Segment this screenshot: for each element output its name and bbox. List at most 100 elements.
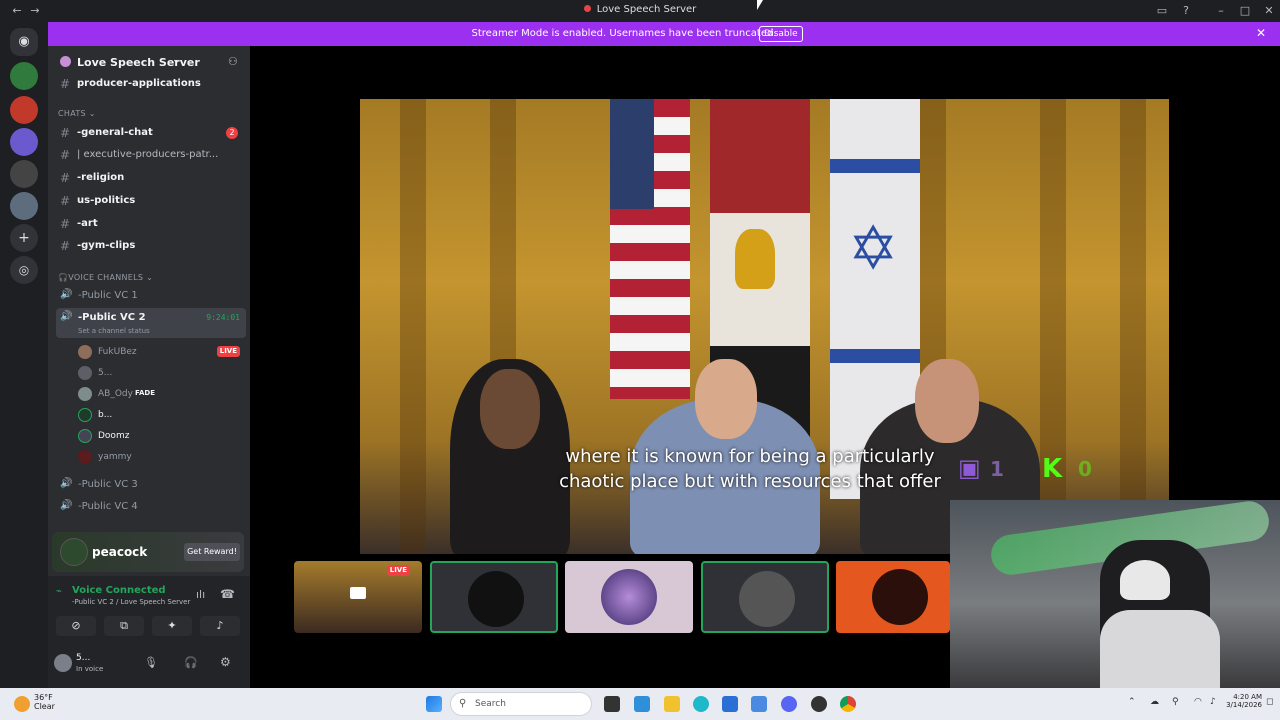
tray-chevron-icon[interactable]: ⌃ bbox=[1128, 697, 1136, 707]
tray-icon[interactable]: ⚲ bbox=[1172, 697, 1179, 707]
add-member-icon[interactable]: ⚇ bbox=[228, 55, 238, 68]
discord-home-icon[interactable]: ◉ bbox=[10, 28, 38, 56]
avatar bbox=[601, 569, 657, 625]
voice-user[interactable]: Doomz bbox=[78, 426, 246, 446]
tray-icon[interactable]: ☁ bbox=[1150, 697, 1159, 707]
add-server-icon[interactable]: + bbox=[10, 224, 38, 252]
voice-user[interactable]: FukUBez LIVE bbox=[78, 342, 246, 362]
avatar bbox=[78, 429, 92, 443]
window-title: Love Speech Server bbox=[540, 4, 740, 15]
participant-tile[interactable] bbox=[565, 561, 693, 633]
channel-sidebar: Love Speech Server ⌄ ⚇ # producer-applica… bbox=[48, 46, 250, 688]
person-body bbox=[1100, 610, 1220, 688]
participant-tile[interactable] bbox=[836, 561, 950, 633]
server-icon-4[interactable] bbox=[10, 160, 38, 188]
close-banner-icon[interactable]: ✕ bbox=[1256, 26, 1266, 40]
discord-taskbar-icon[interactable] bbox=[781, 696, 797, 712]
disconnect-icon[interactable]: ☎ bbox=[220, 587, 235, 601]
server-icon-5[interactable] bbox=[10, 192, 38, 220]
chevron-down-icon: ⌄ bbox=[172, 55, 180, 65]
outlook-icon[interactable] bbox=[751, 696, 767, 712]
voice-user[interactable]: yammy bbox=[78, 447, 246, 467]
file-explorer-icon[interactable] bbox=[664, 696, 680, 712]
avatar bbox=[468, 571, 524, 627]
channel-status[interactable]: Set a channel status bbox=[78, 327, 150, 335]
promo-brand: peacock bbox=[92, 545, 148, 559]
voice-channel-1[interactable]: 🔊 -Public VC 1 bbox=[56, 286, 246, 306]
server-icon-1[interactable] bbox=[10, 62, 38, 90]
speaker-icon: 🔊 bbox=[60, 500, 73, 511]
voice-location[interactable]: -Public VC 2 / Love Speech Server bbox=[72, 598, 190, 606]
promo-avatar bbox=[60, 538, 88, 566]
title-bar: ← → Love Speech Server ▭ ? – □ ✕ bbox=[0, 0, 1280, 22]
obs-icon[interactable] bbox=[811, 696, 827, 712]
screen-share-button[interactable]: ⧉ bbox=[104, 616, 144, 636]
activities-button[interactable]: ✦ bbox=[152, 616, 192, 636]
call-timer: 9:24:01 bbox=[206, 313, 240, 322]
channel-gym-clips[interactable]: # -gym-clips bbox=[56, 236, 246, 256]
voice-status[interactable]: Voice Connected bbox=[72, 585, 166, 596]
chrome-icon[interactable] bbox=[840, 696, 856, 712]
channel-religion[interactable]: # -religion bbox=[56, 168, 246, 188]
channel-us-politics[interactable]: # us-politics bbox=[56, 191, 246, 211]
voice-user[interactable]: b... bbox=[78, 405, 246, 425]
close-window-button[interactable]: ✕ bbox=[1260, 2, 1278, 20]
task-view-icon[interactable] bbox=[604, 696, 620, 712]
avatar bbox=[872, 569, 928, 625]
disable-button[interactable]: Disable bbox=[759, 26, 803, 42]
widgets-icon[interactable] bbox=[634, 696, 650, 712]
clock[interactable]: 4:20 AM 3/14/2026 bbox=[1218, 693, 1262, 709]
speaker-icon: 🔊 bbox=[60, 311, 73, 322]
weather-widget[interactable]: 36°F Clear bbox=[34, 693, 55, 711]
category-voice-channels[interactable]: 🎧VOICE CHANNELS ⌄ bbox=[58, 273, 153, 282]
participant-tile[interactable] bbox=[430, 561, 558, 633]
channel-producer-applications[interactable]: # producer-applications bbox=[56, 74, 246, 94]
windows-start-icon[interactable] bbox=[426, 696, 442, 712]
camera-off-button[interactable]: ⊘ bbox=[56, 616, 96, 636]
settings-gear-icon[interactable]: ⚙ bbox=[220, 655, 231, 669]
store-icon[interactable] bbox=[722, 696, 738, 712]
inbox-icon[interactable]: ▭ bbox=[1153, 2, 1171, 20]
taskbar-search[interactable]: ⚲ Search bbox=[450, 692, 592, 716]
forward-arrow-icon[interactable]: → bbox=[26, 2, 44, 20]
participant-tile-stream[interactable]: LIVE bbox=[294, 561, 422, 633]
channel-general-chat[interactable]: # -general-chat 2 bbox=[56, 123, 246, 143]
microphone-icon[interactable]: 🎙 bbox=[144, 656, 158, 669]
hash-icon: # bbox=[60, 217, 71, 231]
volume-icon[interactable]: ♪ bbox=[1210, 697, 1216, 707]
weather-icon[interactable] bbox=[14, 696, 30, 712]
hash-icon: # bbox=[60, 171, 71, 185]
participant-tile[interactable] bbox=[701, 561, 829, 633]
help-icon[interactable]: ? bbox=[1177, 2, 1195, 20]
voice-channel-2[interactable]: 🔊 -Public VC 2 9:24:01 Set a channel sta… bbox=[56, 308, 246, 338]
category-chats[interactable]: CHATS ⌄ bbox=[58, 109, 96, 118]
get-reward-button[interactable]: Get Reward! bbox=[184, 543, 240, 561]
voice-channel-3[interactable]: 🔊 -Public VC 3 bbox=[56, 475, 246, 495]
speaker-icon: 🔊 bbox=[60, 289, 73, 300]
edge-icon[interactable] bbox=[693, 696, 709, 712]
voice-user[interactable]: 5... bbox=[78, 363, 246, 383]
minimize-button[interactable]: – bbox=[1212, 2, 1230, 20]
discover-icon[interactable]: ◎ bbox=[10, 256, 38, 284]
avatar[interactable] bbox=[54, 654, 72, 672]
avatar bbox=[78, 345, 92, 359]
avatar bbox=[78, 387, 92, 401]
mouse-cursor bbox=[757, 0, 763, 10]
back-arrow-icon[interactable]: ← bbox=[8, 2, 26, 20]
headphones-icon[interactable]: 🎧 bbox=[184, 656, 198, 669]
wifi-icon[interactable]: ◠ bbox=[1194, 697, 1202, 707]
streamer-webcam bbox=[950, 498, 1280, 688]
maximize-button[interactable]: □ bbox=[1236, 2, 1254, 20]
subtitles: where it is known for being a particular… bbox=[559, 446, 941, 492]
voice-user[interactable]: AB_Ody FADE bbox=[78, 384, 246, 404]
server-icon-2[interactable] bbox=[10, 96, 38, 124]
channel-executive-producers[interactable]: # | executive-producers-patr... bbox=[56, 145, 246, 165]
voice-connection-panel: ⌁ Voice Connected -Public VC 2 / Love Sp… bbox=[48, 576, 250, 646]
notifications-icon[interactable]: ◻ bbox=[1266, 697, 1273, 707]
noise-suppression-icon[interactable]: ılı bbox=[196, 588, 205, 601]
hash-icon: # bbox=[60, 148, 71, 162]
channel-art[interactable]: # -art bbox=[56, 214, 246, 234]
server-icon-3[interactable] bbox=[10, 128, 38, 156]
soundboard-button[interactable]: ♪ bbox=[200, 616, 240, 636]
voice-channel-4[interactable]: 🔊 -Public VC 4 bbox=[56, 497, 246, 517]
